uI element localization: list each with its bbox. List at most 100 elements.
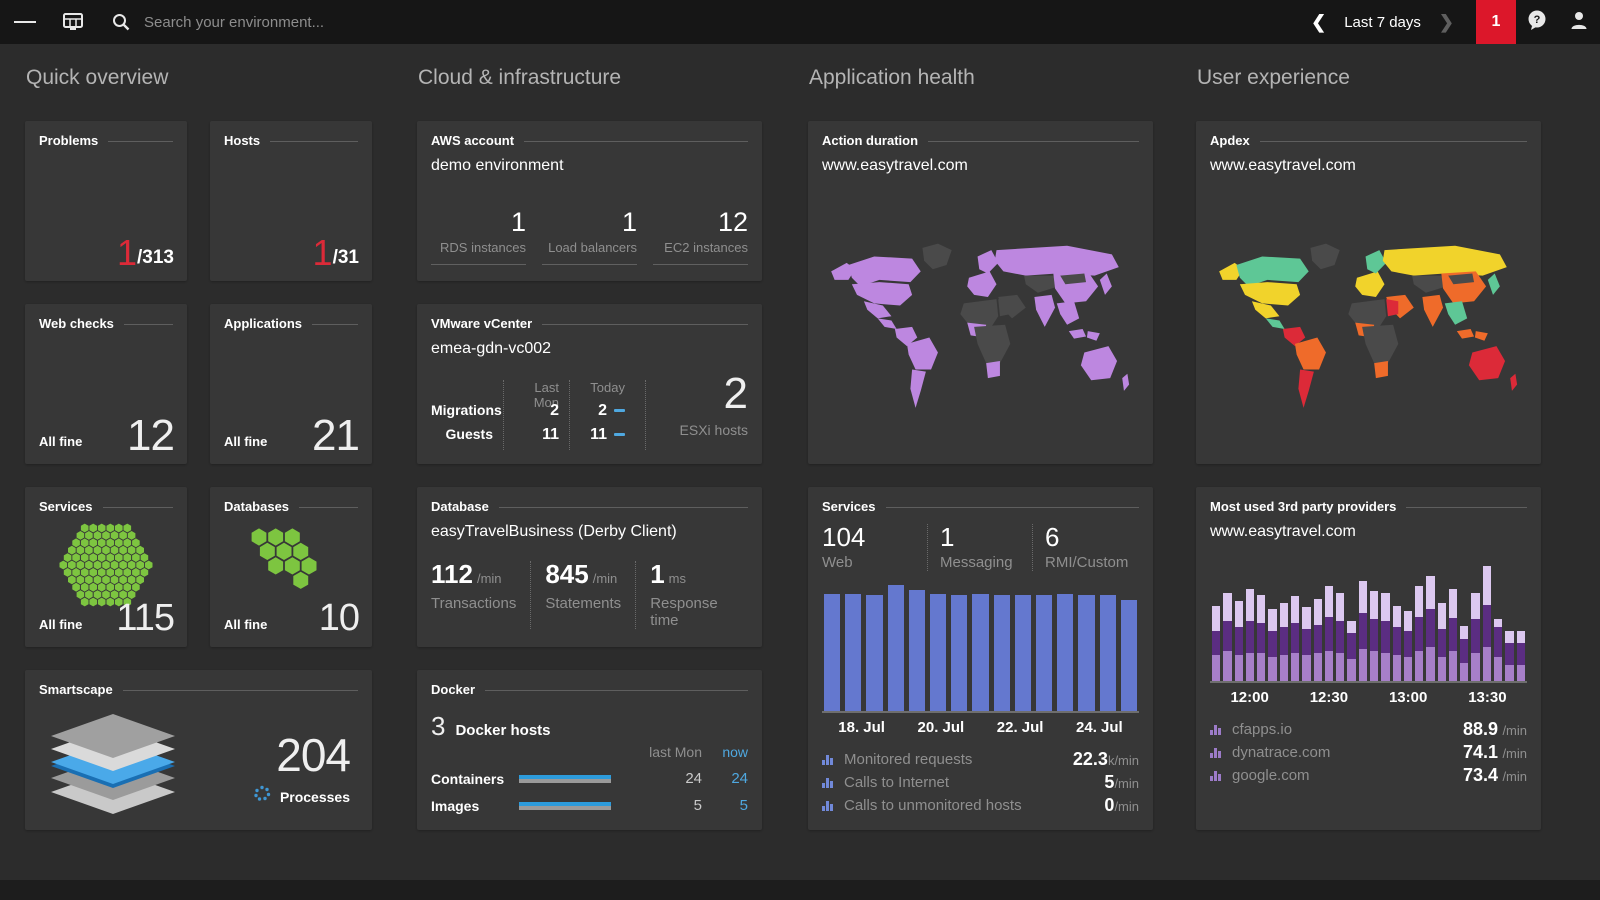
stacked-chart-bar[interactable] bbox=[1505, 631, 1513, 681]
map-region-greenland[interactable] bbox=[1310, 244, 1339, 270]
chart-bar[interactable] bbox=[909, 590, 925, 711]
tile-database[interactable]: Database easyTravelBusiness (Derby Clien… bbox=[417, 487, 762, 647]
dashboard-grid-icon[interactable] bbox=[62, 11, 84, 33]
user-icon[interactable] bbox=[1568, 9, 1590, 36]
map-region-scandinavia[interactable] bbox=[977, 250, 998, 273]
menu-icon[interactable] bbox=[14, 11, 36, 33]
chart-bar[interactable] bbox=[994, 595, 1010, 711]
stacked-chart-bar[interactable] bbox=[1302, 607, 1310, 681]
search-input[interactable] bbox=[144, 14, 564, 31]
chart-bar[interactable] bbox=[824, 594, 840, 711]
map-region-australia[interactable] bbox=[1468, 346, 1504, 380]
map-region-scandinavia[interactable] bbox=[1365, 250, 1386, 273]
map-region-argentina[interactable] bbox=[1298, 370, 1314, 408]
tile-smartscape[interactable]: Smartscape 204 bbox=[25, 670, 372, 830]
map-region-central_america[interactable] bbox=[877, 318, 896, 329]
map-region-se_asia[interactable] bbox=[1056, 301, 1078, 324]
tile-applications[interactable]: Applications All fine 21 bbox=[210, 304, 372, 464]
stacked-chart-bar[interactable] bbox=[1359, 581, 1367, 681]
chart-bar[interactable] bbox=[1100, 595, 1116, 711]
stacked-chart-bar[interactable] bbox=[1483, 566, 1491, 681]
map-region-kazakhstan[interactable] bbox=[1412, 276, 1446, 293]
help-icon[interactable]: ? bbox=[1526, 9, 1548, 36]
chart-bar[interactable] bbox=[1078, 595, 1094, 711]
tile-services-health[interactable]: Services 104Web 1Messaging 6RMI/Custom 1… bbox=[808, 487, 1153, 830]
tile-hosts[interactable]: Hosts 1 /31 bbox=[210, 121, 372, 281]
map-region-brazil[interactable] bbox=[1294, 338, 1325, 370]
chart-bar[interactable] bbox=[951, 595, 967, 711]
map-region-egypt[interactable] bbox=[1386, 299, 1398, 316]
stacked-chart-bar[interactable] bbox=[1235, 601, 1243, 681]
stacked-chart-bar[interactable] bbox=[1381, 593, 1389, 681]
map-region-central_africa[interactable] bbox=[1362, 325, 1398, 363]
legend-row-cfapps[interactable]: cfapps.io 88.9 /min bbox=[1210, 718, 1527, 741]
map-region-india[interactable] bbox=[1034, 295, 1055, 327]
tile-vmware-vcenter[interactable]: VMware vCenter emea-gdn-vc002 Migrations… bbox=[417, 304, 762, 464]
map-region-greenland[interactable] bbox=[922, 244, 951, 270]
map-region-europe[interactable] bbox=[967, 271, 996, 297]
stacked-chart-bar[interactable] bbox=[1223, 593, 1231, 681]
map-region-japan[interactable] bbox=[1487, 274, 1499, 295]
stacked-chart-bar[interactable] bbox=[1393, 606, 1401, 681]
stacked-chart-bar[interactable] bbox=[1426, 576, 1434, 681]
map-region-europe[interactable] bbox=[1355, 271, 1384, 297]
legend-row-google[interactable]: google.com 73.4 /min bbox=[1210, 764, 1527, 787]
stacked-chart-bar[interactable] bbox=[1460, 626, 1468, 681]
map-region-argentina[interactable] bbox=[910, 370, 926, 408]
legend-row-calls-internet[interactable]: Calls to Internet 5/min bbox=[822, 771, 1139, 794]
map-region-new_zealand[interactable] bbox=[1122, 374, 1129, 391]
open-problems-badge[interactable]: 1 bbox=[1476, 0, 1516, 44]
chart-bar[interactable] bbox=[1121, 600, 1137, 711]
map-region-kazakhstan[interactable] bbox=[1024, 276, 1058, 293]
stacked-chart-bar[interactable] bbox=[1212, 606, 1220, 681]
map-region-russia[interactable] bbox=[994, 246, 1118, 276]
chart-bar[interactable] bbox=[930, 594, 946, 711]
map-region-north_africa[interactable] bbox=[1348, 299, 1386, 327]
map-region-se_asia[interactable] bbox=[1444, 301, 1466, 324]
map-region-australia[interactable] bbox=[1080, 346, 1116, 380]
search-icon[interactable] bbox=[110, 11, 132, 33]
map-region-south_africa[interactable] bbox=[986, 361, 1000, 378]
legend-row-monitored-requests[interactable]: Monitored requests 22.3k/min bbox=[822, 748, 1139, 771]
time-range-next-icon[interactable]: ❯ bbox=[1425, 12, 1468, 33]
map-region-japan[interactable] bbox=[1099, 274, 1111, 295]
map-region-egypt[interactable] bbox=[998, 299, 1010, 316]
map-region-north_africa[interactable] bbox=[960, 299, 998, 327]
legend-row-dynatrace[interactable]: dynatrace.com 74.1 /min bbox=[1210, 741, 1527, 764]
map-region-canada[interactable] bbox=[1236, 256, 1308, 286]
stacked-chart-bar[interactable] bbox=[1280, 603, 1288, 681]
tile-databases[interactable]: Databases All fine 10 bbox=[210, 487, 372, 647]
chart-bar[interactable] bbox=[866, 595, 882, 711]
map-region-russia[interactable] bbox=[1382, 246, 1506, 276]
stacked-chart-bar[interactable] bbox=[1404, 611, 1412, 681]
map-region-brazil[interactable] bbox=[906, 338, 937, 370]
stacked-chart-bar[interactable] bbox=[1370, 591, 1378, 681]
chart-bar[interactable] bbox=[1036, 595, 1052, 711]
tile-apdex[interactable]: Apdex www.easytravel.com bbox=[1196, 121, 1541, 464]
stacked-chart-bar[interactable] bbox=[1415, 586, 1423, 681]
stacked-chart-bar[interactable] bbox=[1517, 631, 1525, 681]
chart-bar[interactable] bbox=[1057, 594, 1073, 711]
stacked-chart-bar[interactable] bbox=[1314, 599, 1322, 681]
tile-action-duration[interactable]: Action duration www.easytravel.com bbox=[808, 121, 1153, 464]
stacked-chart-bar[interactable] bbox=[1336, 593, 1344, 681]
tile-aws-account[interactable]: AWS account demo environment 1RDS instan… bbox=[417, 121, 762, 281]
stacked-chart-bar[interactable] bbox=[1325, 586, 1333, 681]
stacked-chart-bar[interactable] bbox=[1268, 609, 1276, 681]
tile-docker[interactable]: Docker 3 Docker hosts last Mon now Conta… bbox=[417, 670, 762, 830]
map-region-india[interactable] bbox=[1422, 295, 1443, 327]
map-region-new_zealand[interactable] bbox=[1510, 374, 1517, 391]
map-region-usa[interactable] bbox=[1239, 282, 1299, 305]
map-region-usa[interactable] bbox=[851, 282, 911, 305]
stacked-chart-bar[interactable] bbox=[1347, 621, 1355, 681]
time-range-previous-icon[interactable]: ❮ bbox=[1297, 12, 1340, 33]
stacked-chart-bar[interactable] bbox=[1257, 595, 1265, 681]
chart-bar[interactable] bbox=[1015, 595, 1031, 711]
stacked-chart-bar[interactable] bbox=[1471, 593, 1479, 681]
stacked-chart-bar[interactable] bbox=[1494, 619, 1502, 681]
stacked-chart-bar[interactable] bbox=[1438, 603, 1446, 681]
stacked-chart-bar[interactable] bbox=[1246, 589, 1254, 681]
tile-services[interactable]: Services All fine 115 bbox=[25, 487, 187, 647]
map-region-central_america[interactable] bbox=[1265, 318, 1284, 329]
tile-web-checks[interactable]: Web checks All fine 12 bbox=[25, 304, 187, 464]
